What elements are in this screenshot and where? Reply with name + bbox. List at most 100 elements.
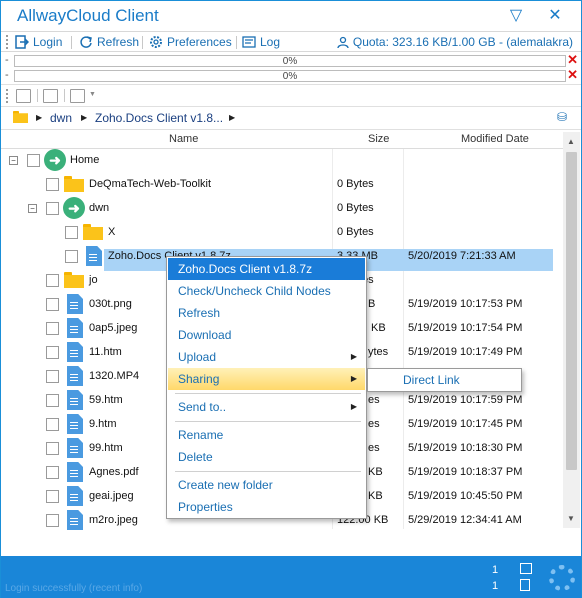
chevron-right-icon: ▶ bbox=[350, 402, 357, 411]
close-icon[interactable]: ✕ bbox=[544, 5, 566, 27]
user-icon bbox=[337, 36, 349, 49]
progress-bar: 0% bbox=[14, 70, 566, 82]
menu-separator bbox=[175, 421, 361, 422]
tree-row[interactable]: − ➜ Home bbox=[1, 149, 561, 173]
transfer-row: - 0% ✕ bbox=[1, 52, 581, 68]
edit-icon[interactable] bbox=[43, 89, 58, 103]
row-checkbox[interactable] bbox=[46, 202, 59, 215]
file-icon bbox=[67, 318, 83, 338]
folders-count: 1 bbox=[492, 564, 499, 576]
login-button[interactable]: Login bbox=[15, 34, 62, 51]
log-button[interactable]: Log bbox=[242, 34, 280, 51]
refresh-icon bbox=[79, 35, 93, 49]
chevron-right-icon: ▶ bbox=[350, 352, 357, 361]
row-size: KB bbox=[368, 490, 383, 502]
breadcrumb-item-zoho[interactable]: Zoho.Docs Client v1.8... bbox=[95, 111, 223, 125]
refresh-button[interactable]: Refresh bbox=[79, 34, 139, 51]
row-checkbox[interactable] bbox=[46, 418, 59, 431]
menu-item-check-uncheck[interactable]: Check/Uncheck Child Nodes bbox=[168, 280, 365, 302]
collapse-icon[interactable]: − bbox=[9, 156, 18, 165]
row-date: 5/19/2019 10:18:37 PM bbox=[408, 466, 523, 478]
menu-item-upload[interactable]: Upload ▶ bbox=[168, 346, 365, 368]
row-checkbox[interactable] bbox=[65, 250, 78, 263]
row-date: 5/19/2019 10:45:50 PM bbox=[408, 490, 523, 502]
row-checkbox[interactable] bbox=[46, 298, 59, 311]
transfer-dash: - bbox=[5, 69, 9, 81]
row-date: 5/19/2019 10:17:54 PM bbox=[408, 322, 523, 334]
collapse-icon[interactable]: − bbox=[28, 204, 37, 213]
row-checkbox[interactable] bbox=[46, 370, 59, 383]
row-date: 5/19/2019 10:17:49 PM bbox=[408, 346, 523, 358]
row-name: 1320.MP4 bbox=[89, 370, 140, 382]
scroll-down-icon[interactable]: ▼ bbox=[567, 514, 575, 523]
export-icon[interactable] bbox=[70, 89, 85, 103]
column-name[interactable]: Name bbox=[169, 133, 198, 145]
row-name: DeQmaTech-Web-Toolkit bbox=[89, 178, 212, 190]
scrollbar-thumb[interactable] bbox=[566, 152, 577, 470]
row-name: dwn bbox=[89, 202, 110, 214]
row-checkbox[interactable] bbox=[46, 514, 59, 527]
vertical-scrollbar[interactable]: ▲ ▼ bbox=[563, 132, 580, 528]
row-size: 0 Bytes bbox=[337, 178, 374, 190]
minimize-icon[interactable]: ▽ bbox=[505, 5, 527, 27]
row-checkbox[interactable] bbox=[46, 178, 59, 191]
breadcrumb-item-dwn[interactable]: dwn bbox=[50, 111, 72, 125]
transfer-row: - 0% ✕ bbox=[1, 67, 581, 83]
row-checkbox[interactable] bbox=[46, 466, 59, 479]
scroll-up-icon[interactable]: ▲ bbox=[567, 137, 575, 146]
refresh-label: Refresh bbox=[97, 35, 140, 49]
tree-row[interactable]: DeQmaTech-Web-Toolkit 0 Bytes bbox=[1, 173, 561, 197]
toolbar-divider bbox=[37, 89, 38, 102]
menu-item-upload-label: Upload bbox=[178, 350, 217, 364]
menu-item-rename[interactable]: Rename bbox=[168, 424, 365, 446]
sync-icon[interactable]: ⛁ bbox=[557, 110, 567, 124]
row-checkbox[interactable] bbox=[65, 226, 78, 239]
menu-item-send-to[interactable]: Send to.. ▶ bbox=[168, 396, 365, 418]
menu-item-title[interactable]: Zoho.Docs Client v1.8.7z bbox=[168, 258, 365, 280]
chevron-down-icon[interactable]: ▼ bbox=[89, 91, 96, 98]
row-checkbox[interactable] bbox=[46, 394, 59, 407]
menu-item-sharing[interactable]: Sharing ▶ bbox=[168, 368, 365, 390]
progress-bar: 0% bbox=[14, 55, 566, 67]
menu-item-direct-link[interactable]: Direct Link bbox=[403, 373, 460, 387]
row-checkbox[interactable] bbox=[46, 442, 59, 455]
window-title: AllwayCloud Client bbox=[17, 6, 159, 25]
preferences-button[interactable]: Preferences bbox=[149, 34, 232, 51]
row-checkbox[interactable] bbox=[46, 322, 59, 335]
tree-row[interactable]: − ➜ dwn 0 Bytes bbox=[1, 197, 561, 221]
row-name: 030t.png bbox=[89, 298, 132, 310]
menu-item-download[interactable]: Download bbox=[168, 324, 365, 346]
column-size[interactable]: Size bbox=[368, 133, 389, 145]
transfer-dash: - bbox=[5, 54, 9, 66]
column-modified[interactable]: Modified Date bbox=[461, 133, 529, 145]
menu-item-create-folder[interactable]: Create new folder bbox=[168, 474, 365, 496]
title-bar: AllwayCloud Client ▽ ✕ bbox=[1, 1, 581, 31]
menu-item-refresh[interactable]: Refresh bbox=[168, 302, 365, 324]
cancel-transfer-icon[interactable]: ✕ bbox=[567, 67, 578, 83]
context-menu: Zoho.Docs Client v1.8.7z Check/Uncheck C… bbox=[166, 256, 367, 519]
column-header: Name Size Modified Date bbox=[1, 132, 563, 149]
status-bar: 1 1 Login successfully (recent info) bbox=[1, 556, 581, 598]
folder-icon bbox=[64, 272, 84, 288]
menu-item-delete[interactable]: Delete bbox=[168, 446, 365, 468]
row-name: m2ro.jpeg bbox=[89, 514, 138, 526]
row-name: geai.jpeg bbox=[89, 490, 134, 502]
row-checkbox[interactable] bbox=[27, 154, 40, 167]
file-outline-icon bbox=[520, 579, 530, 591]
menu-separator bbox=[175, 471, 361, 472]
row-checkbox[interactable] bbox=[46, 490, 59, 503]
row-size: KB bbox=[368, 466, 383, 478]
row-checkbox[interactable] bbox=[46, 274, 59, 287]
tree-row[interactable]: X 0 Bytes bbox=[1, 221, 561, 245]
clear-list-icon[interactable] bbox=[16, 89, 31, 103]
secondary-toolbar: ▼ bbox=[1, 84, 581, 107]
progress-percent: 0% bbox=[282, 71, 298, 82]
status-message: Login successfully (recent info) bbox=[5, 583, 143, 594]
row-name: jo bbox=[89, 274, 98, 286]
cancel-transfer-icon[interactable]: ✕ bbox=[567, 52, 578, 68]
row-checkbox[interactable] bbox=[46, 346, 59, 359]
app-window: AllwayCloud Client ▽ ✕ Login Refresh Pre… bbox=[0, 0, 582, 598]
menu-item-sharing-label: Sharing bbox=[178, 372, 220, 386]
menu-item-properties[interactable]: Properties bbox=[168, 496, 365, 518]
row-name: Agnes.pdf bbox=[89, 466, 139, 478]
